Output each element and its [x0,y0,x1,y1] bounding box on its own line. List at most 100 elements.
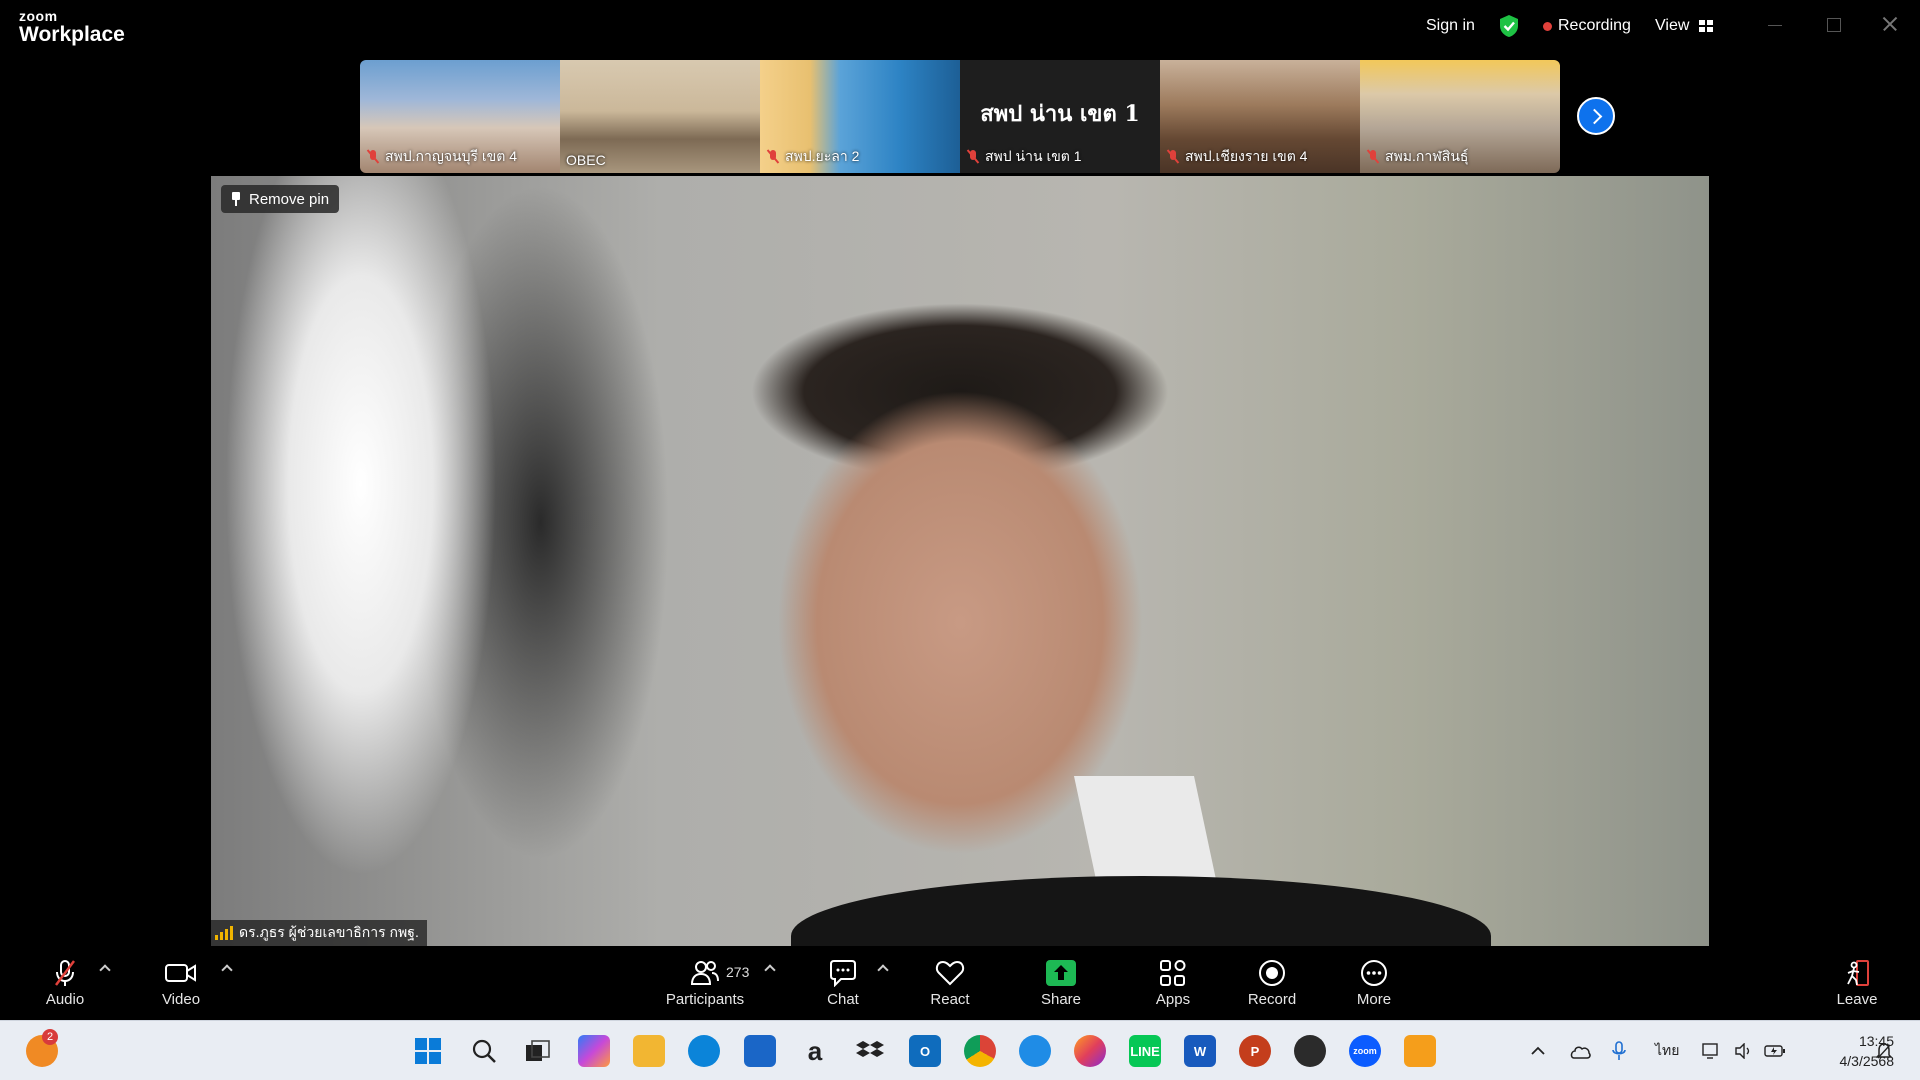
more-button[interactable]: More [1329,958,1419,1018]
share-button[interactable]: Share [1016,958,1106,1018]
search-icon[interactable] [468,1035,500,1067]
audio-label: Audio [45,991,85,1008]
participant-thumbnail[interactable]: สพป น่าน เขต 1 สพป น่าน เขต 1 [960,60,1160,173]
participants-label: Participants [665,991,745,1008]
more-icon [1329,958,1419,988]
view-label: View [1655,17,1690,34]
notification-badge: 2 [42,1029,58,1045]
encryption-shield-icon[interactable] [1498,0,1520,52]
mic-muted-icon [1166,150,1180,164]
word-icon[interactable]: W [1184,1035,1216,1067]
line-icon[interactable]: LINE [1129,1035,1161,1067]
participant-thumbnail[interactable]: สพม.กาฬสินธุ์ [1360,60,1560,173]
participant-name: สพป น่าน เขต 1 [985,148,1082,164]
language-indicator[interactable]: ไทย [1655,1021,1679,1080]
safari-icon[interactable] [1019,1035,1051,1067]
react-label: React [930,991,970,1008]
next-page-arrow-icon[interactable] [1577,97,1615,135]
video-button[interactable]: Video [136,958,226,1018]
edge-icon[interactable] [688,1035,720,1067]
close-icon[interactable] [1880,14,1900,34]
participant-display-name: สพป น่าน เขต 1 [980,101,1140,127]
leave-button[interactable]: Leave [1812,958,1902,1018]
show-hidden-icons-chevron-icon[interactable] [1530,1021,1546,1080]
title-bar: zoom Workplace Sign in Recording View [0,0,1920,56]
windows-taskbar: a O LINE W P zoom ไทย 13:45 4/3/2568 [0,1020,1920,1080]
video-camera-icon [136,958,226,988]
heart-icon [905,958,995,988]
sign-in-button[interactable]: Sign in [1426,0,1475,52]
participant-thumbnail[interactable]: สพป.เชียงราย เขต 4 [1160,60,1360,173]
participant-thumbnail[interactable]: สพป.กาญจนบุรี เขต 4 [360,60,560,173]
video-content [791,876,1491,946]
recording-dot-icon [1543,21,1552,31]
maximize-icon[interactable] [1824,14,1844,34]
speaker-name-tag: ดร.ภูธร ผู้ช่วยเลขาธิการ กพฐ. [211,920,427,946]
grid-icon [1699,20,1714,32]
zoom-icon[interactable]: zoom [1349,1035,1381,1067]
record-button[interactable]: Record [1227,958,1317,1018]
remove-pin-button[interactable]: Remove pin [221,185,340,213]
minimize-icon[interactable] [1766,14,1786,34]
speaker-name: ดร.ภูธร ผู้ช่วยเลขาธิการ กพฐ. [239,924,419,940]
task-view-icon[interactable] [522,1035,554,1067]
participant-thumbnail[interactable]: สพป.ยะลา 2 [760,60,960,173]
recording-label: Recording [1558,17,1631,34]
participant-name: สพป.เชียงราย เขต 4 [1185,148,1308,164]
share-screen-icon [1016,958,1106,988]
amazon-icon[interactable]: a [799,1035,831,1067]
signal-strength-icon [215,926,233,940]
chat-button[interactable]: Chat [798,958,888,1018]
view-button[interactable]: View [1655,0,1714,52]
chat-label: Chat [827,991,859,1008]
chrome-icon[interactable] [964,1035,996,1067]
recording-indicator[interactable]: Recording [1543,0,1631,52]
leave-label: Leave [1836,991,1878,1008]
participant-name: สพป.ยะลา 2 [785,148,860,164]
volume-icon[interactable] [1734,1021,1754,1080]
remove-pin-label: Remove pin [249,190,330,208]
start-icon[interactable] [412,1035,444,1067]
brand-big: Workplace [19,23,125,46]
mic-muted-icon [20,958,110,988]
mic-muted-icon [966,150,980,164]
mic-muted-icon [366,150,380,164]
apps-button[interactable]: Apps [1128,958,1218,1018]
react-button[interactable]: React [905,958,995,1018]
share-label: Share [1040,991,1082,1008]
chat-icon [798,958,888,988]
participant-thumbnail[interactable]: OBEC [560,60,760,173]
leave-icon [1812,958,1902,988]
mic-muted-icon [766,150,780,164]
network-icon[interactable] [1702,1021,1722,1080]
firefox-icon[interactable] [1074,1035,1106,1067]
participants-count: 273 [726,964,750,980]
zoom-logo: zoom Workplace [19,9,125,45]
store-icon[interactable] [744,1035,776,1067]
participant-thumbnail-strip: สพป.กาญจนบุรี เขต 4 OBEC สพป.ยะลา 2 สพป … [360,60,1560,173]
participant-name: OBEC [566,152,606,168]
app-icon[interactable] [1404,1035,1436,1067]
participant-name: สพป.กาญจนบุรี เขต 4 [385,148,518,164]
participant-name: สพม.กาฬสินธุ์ [1385,148,1469,164]
notification-bell-icon[interactable] [1876,1021,1892,1080]
outlook-icon[interactable]: O [909,1035,941,1067]
participants-options-chevron-icon[interactable] [764,964,776,976]
pin-icon [231,192,241,206]
brand-small: zoom [19,8,58,24]
audio-button[interactable]: Audio [20,958,110,1018]
powerpoint-icon[interactable]: P [1239,1035,1271,1067]
pinned-speaker-video[interactable]: Remove pin ดร.ภูธร ผู้ช่วยเลขาธิการ กพฐ. [211,176,1709,946]
copilot-icon[interactable] [578,1035,610,1067]
record-label: Record [1247,991,1297,1008]
battery-icon[interactable] [1764,1021,1786,1080]
more-label: More [1356,991,1392,1008]
mic-muted-icon [1366,150,1380,164]
onedrive-icon[interactable] [1568,1021,1592,1080]
obs-icon[interactable] [1294,1035,1326,1067]
meeting-toolbar: Audio Video Participants 273 Chat React … [0,946,1920,1020]
dropbox-icon[interactable] [854,1035,886,1067]
microphone-icon[interactable] [1612,1021,1626,1080]
file-explorer-icon[interactable] [633,1035,665,1067]
video-label: Video [161,991,201,1008]
